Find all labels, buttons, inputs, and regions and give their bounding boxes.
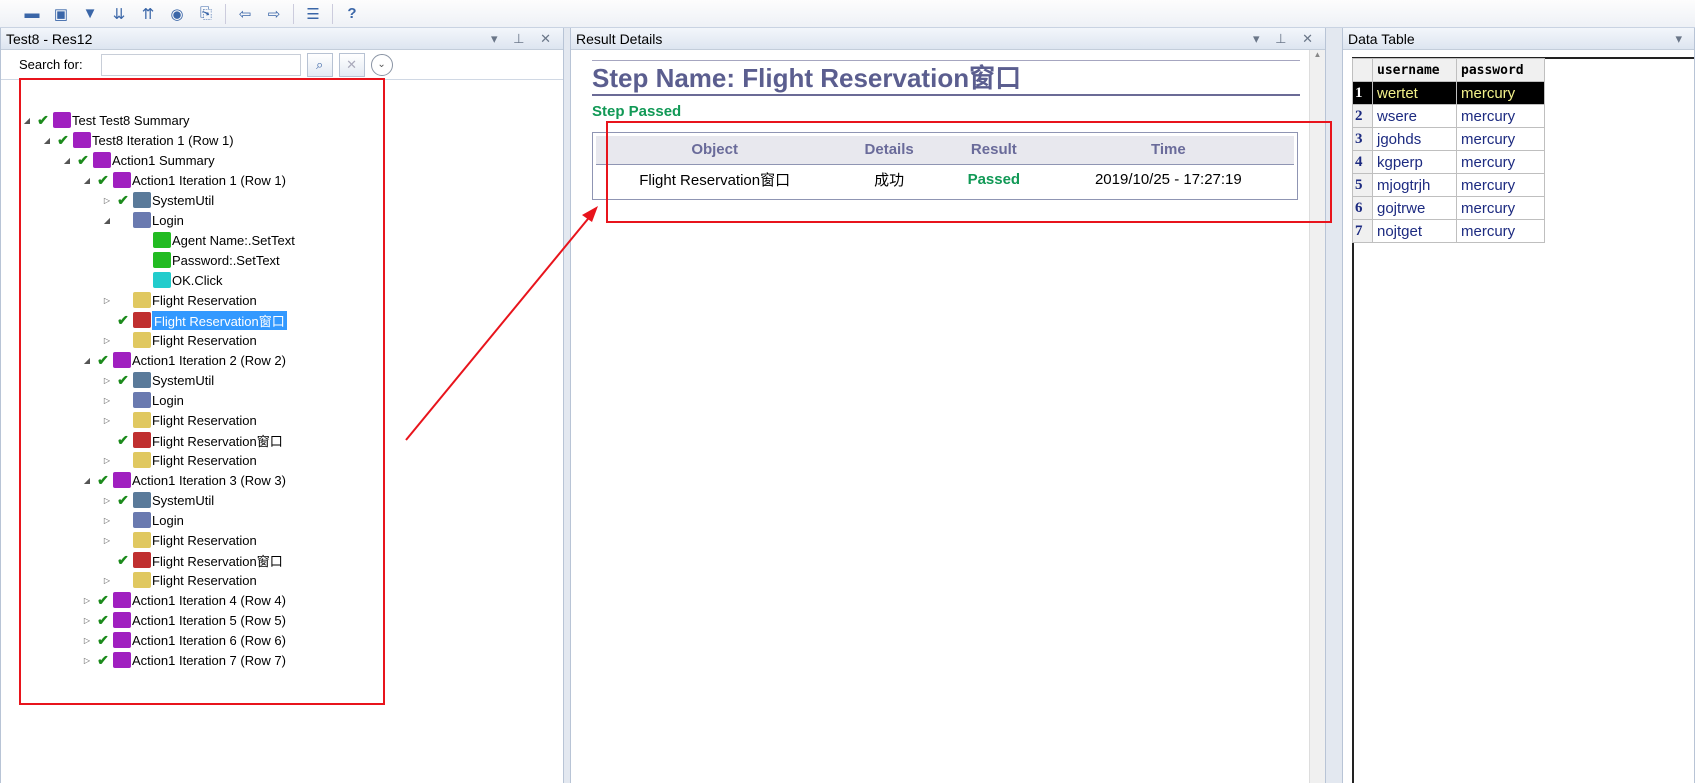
annotation-arrow — [405, 206, 598, 441]
